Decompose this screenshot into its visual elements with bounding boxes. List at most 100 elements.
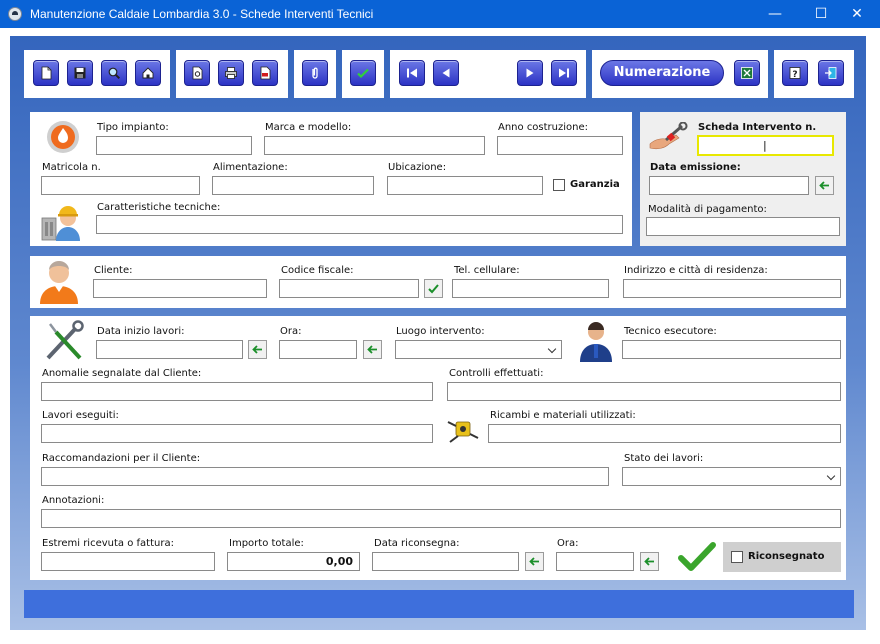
new-document-icon bbox=[41, 66, 52, 80]
ricambi-input[interactable] bbox=[488, 424, 841, 443]
technician-helmet-icon bbox=[41, 206, 80, 241]
data-emissione-today-button[interactable] bbox=[815, 176, 834, 195]
preview-button[interactable] bbox=[184, 60, 210, 86]
indirizzo-label: Indirizzo e città di residenza: bbox=[624, 265, 768, 276]
matricola-label: Matricola n. bbox=[42, 162, 101, 173]
scheda-numero-input[interactable]: | bbox=[697, 135, 834, 156]
svg-text:?: ? bbox=[792, 70, 797, 80]
data-inizio-label: Data inizio lavori: bbox=[97, 326, 185, 337]
codice-fiscale-label: Codice fiscale: bbox=[281, 265, 354, 276]
data-riconsegna-today-button[interactable] bbox=[525, 552, 544, 571]
excel-icon bbox=[741, 67, 753, 79]
wrench-hand-icon bbox=[649, 122, 688, 150]
marca-modello-input[interactable] bbox=[264, 136, 485, 155]
codice-fiscale-verify-button[interactable] bbox=[424, 279, 443, 298]
excel-button[interactable] bbox=[734, 60, 760, 86]
print-button[interactable] bbox=[218, 60, 244, 86]
estremi-input[interactable] bbox=[41, 552, 215, 571]
ora-riconsegna-input[interactable] bbox=[556, 552, 634, 571]
caratteristiche-input[interactable] bbox=[96, 215, 623, 234]
importo-label: Importo totale: bbox=[229, 538, 304, 549]
modalita-pagamento-input[interactable] bbox=[646, 217, 840, 236]
home-icon bbox=[142, 67, 154, 79]
last-record-button[interactable] bbox=[551, 60, 577, 86]
pdf-button[interactable] bbox=[252, 60, 278, 86]
toolbar-group-print bbox=[176, 50, 288, 98]
printer-icon bbox=[225, 67, 237, 79]
controlli-label: Controlli effettuati: bbox=[449, 368, 544, 379]
data-inizio-input[interactable] bbox=[96, 340, 243, 359]
arrow-left-icon bbox=[529, 557, 539, 566]
first-icon bbox=[407, 68, 417, 78]
toolbar-group-help: ? bbox=[774, 50, 854, 98]
alimentazione-input[interactable] bbox=[212, 176, 374, 195]
anno-costruzione-input[interactable] bbox=[497, 136, 623, 155]
numerazione-button[interactable]: Numerazione bbox=[600, 60, 724, 86]
stato-lavori-label: Stato dei lavori: bbox=[624, 453, 704, 464]
raccomandazioni-input[interactable] bbox=[41, 467, 609, 486]
arrow-left-icon bbox=[819, 181, 829, 190]
arrow-left-icon bbox=[644, 557, 654, 566]
save-button[interactable] bbox=[67, 60, 93, 86]
spare-parts-icon bbox=[447, 421, 479, 443]
lavori-eseguiti-input[interactable] bbox=[41, 424, 433, 443]
ora-now-button[interactable] bbox=[363, 340, 382, 359]
ora-input[interactable] bbox=[279, 340, 357, 359]
scheda-numero-label: Scheda Intervento n. bbox=[698, 122, 817, 133]
first-record-button[interactable] bbox=[399, 60, 425, 86]
ora-riconsegna-label: Ora: bbox=[557, 538, 579, 549]
data-emissione-label: Data emissione: bbox=[650, 162, 741, 173]
tecnico-input[interactable] bbox=[622, 340, 841, 359]
home-button[interactable] bbox=[135, 60, 161, 86]
customer-avatar-icon bbox=[40, 261, 78, 304]
technician-avatar-icon bbox=[580, 322, 612, 362]
matricola-input[interactable] bbox=[41, 176, 200, 195]
close-button[interactable]: ✕ bbox=[834, 0, 880, 28]
minimize-button[interactable]: — bbox=[752, 0, 798, 28]
data-riconsegna-label: Data riconsegna: bbox=[374, 538, 460, 549]
riconsegnato-label: Riconsegnato bbox=[748, 551, 825, 562]
marca-modello-label: Marca e modello: bbox=[265, 122, 352, 133]
ubicazione-input[interactable] bbox=[387, 176, 543, 195]
ora-label: Ora: bbox=[280, 326, 302, 337]
estremi-label: Estremi ricevuta o fattura: bbox=[42, 538, 174, 549]
attach-button[interactable] bbox=[302, 60, 328, 86]
controlli-input[interactable] bbox=[447, 382, 841, 401]
cliente-input[interactable] bbox=[93, 279, 267, 298]
data-riconsegna-input[interactable] bbox=[372, 552, 519, 571]
arrow-left-icon bbox=[367, 345, 377, 354]
luogo-intervento-select[interactable] bbox=[395, 340, 562, 359]
toolbar-group-numerazione: Numerazione bbox=[592, 50, 768, 98]
new-button[interactable] bbox=[33, 60, 59, 86]
garanzia-checkbox[interactable] bbox=[553, 179, 565, 191]
checkmark-icon bbox=[357, 68, 369, 79]
toolbar-group-navigation bbox=[390, 50, 586, 98]
stato-lavori-select[interactable] bbox=[622, 467, 841, 486]
importo-input[interactable]: 0,00 bbox=[227, 552, 360, 571]
toolbar-group-confirm bbox=[342, 50, 384, 98]
exit-button[interactable] bbox=[818, 60, 844, 86]
anomalie-input[interactable] bbox=[41, 382, 433, 401]
title-bar: Manutenzione Caldaie Lombardia 3.0 - Sch… bbox=[0, 0, 880, 28]
next-icon bbox=[526, 68, 534, 78]
print-preview-icon bbox=[192, 66, 203, 80]
riconsegnato-checkbox[interactable] bbox=[731, 551, 743, 563]
anno-costruzione-label: Anno costruzione: bbox=[498, 122, 589, 133]
tipo-impianto-input[interactable] bbox=[96, 136, 252, 155]
tel-cellulare-input[interactable] bbox=[452, 279, 609, 298]
pdf-icon bbox=[260, 66, 271, 80]
data-inizio-today-button[interactable] bbox=[248, 340, 267, 359]
garanzia-label: Garanzia bbox=[570, 179, 620, 190]
confirm-button[interactable] bbox=[350, 60, 376, 86]
arrow-left-icon bbox=[252, 345, 262, 354]
help-button[interactable]: ? bbox=[782, 60, 808, 86]
lavori-eseguiti-label: Lavori eseguiti: bbox=[42, 410, 119, 421]
data-emissione-input[interactable] bbox=[649, 176, 809, 195]
ora-riconsegna-now-button[interactable] bbox=[640, 552, 659, 571]
annotazioni-input[interactable] bbox=[41, 509, 841, 528]
codice-fiscale-input[interactable] bbox=[279, 279, 419, 298]
search-button[interactable] bbox=[101, 60, 127, 86]
previous-record-button[interactable] bbox=[433, 60, 459, 86]
indirizzo-input[interactable] bbox=[623, 279, 841, 298]
next-record-button[interactable] bbox=[517, 60, 543, 86]
